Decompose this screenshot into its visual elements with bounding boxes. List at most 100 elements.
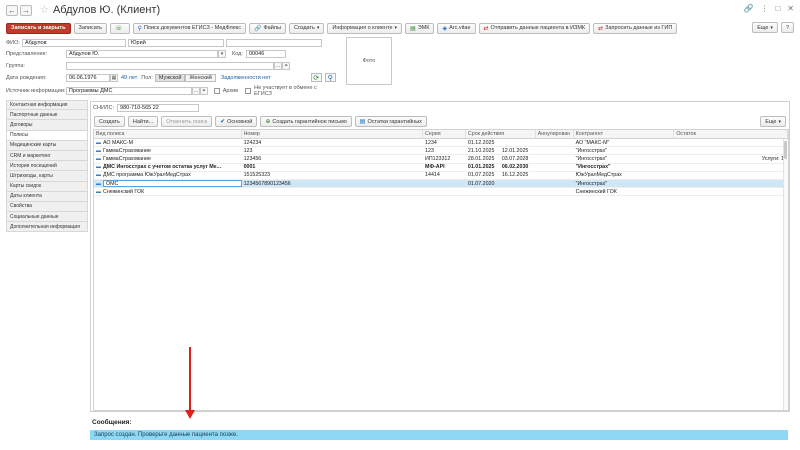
- last-name-field[interactable]: Абдулов: [22, 38, 126, 47]
- back-button[interactable]: ←: [6, 4, 18, 16]
- sidebar-item-passport[interactable]: Паспортные данные: [6, 110, 88, 121]
- source-field[interactable]: Программы ДМС: [65, 86, 192, 95]
- messages-title: Сообщения:: [92, 419, 132, 426]
- create-menu-label: Создать: [293, 25, 315, 31]
- create-guarantee-button[interactable]: ⊕ Создать гарантийное письмо: [260, 116, 352, 127]
- group-link-icon[interactable]: ⚭: [282, 61, 290, 70]
- phone-button[interactable]: ☏: [110, 22, 130, 34]
- cell-counterparty: "Ингосстрах": [575, 155, 608, 162]
- sex-female-toggle[interactable]: Женский: [185, 73, 216, 82]
- policies-more: Еще ▾: [760, 116, 786, 127]
- source-link-icon[interactable]: ⚭: [199, 86, 208, 95]
- cell-to: 03.07.2028: [501, 155, 529, 162]
- more-vertical-icon[interactable]: ⋮: [760, 4, 768, 13]
- sidebar-item-social[interactable]: Социальные данные: [6, 212, 88, 223]
- chevron-down-icon: ▾: [394, 25, 398, 31]
- representation-field[interactable]: Абдулов Ю.: [66, 49, 218, 58]
- sidebar-item-visits[interactable]: История посещений: [6, 161, 88, 172]
- save-close-button[interactable]: Записать и закрыть: [6, 22, 71, 34]
- find-button[interactable]: Найти...: [127, 116, 159, 127]
- birth-date-field[interactable]: 06.06.1976: [66, 73, 110, 82]
- refresh-icon[interactable]: ⟳: [310, 73, 322, 82]
- representation-dropdown-icon[interactable]: ▾: [218, 49, 226, 58]
- guarantee-balances-button[interactable]: ▤ Остатки гарантийных: [354, 116, 427, 127]
- window-controls: 🔗 ⋮ □ ✕: [743, 4, 794, 13]
- debt-link[interactable]: Задолженности нет: [221, 75, 271, 81]
- main-policy-button[interactable]: ✔ Основной: [215, 116, 258, 127]
- column-header-series[interactable]: Серия: [423, 130, 466, 138]
- table-row-selected[interactable]: ▬ ОМС 1234567890123456 01.07.2020 "Ингосс…: [94, 179, 788, 189]
- sidebar-item-discount-cards[interactable]: Карты скидок: [6, 181, 88, 192]
- sidebar-item-medical-cards[interactable]: Медицинские карты: [6, 140, 88, 151]
- photo-box[interactable]: Фото: [346, 37, 392, 85]
- column-header-counterparty[interactable]: Контрагент: [574, 130, 675, 138]
- source-label: Источник информации:: [6, 87, 66, 94]
- policies-more-button[interactable]: Еще ▾: [760, 116, 786, 127]
- egisz-label: Не участвует в обмене с ЕГИСЗ: [254, 84, 317, 97]
- sidebar-item-barcodes[interactable]: Штрихкоды, карты: [6, 171, 88, 182]
- calendar-icon[interactable]: ▦: [110, 73, 118, 82]
- group-select-icon[interactable]: …: [274, 61, 282, 70]
- table-scrollbar[interactable]: [783, 139, 788, 410]
- help-button[interactable]: ?: [780, 22, 794, 33]
- cell-annulled: [536, 172, 574, 179]
- message-box[interactable]: Запрос создан. Проверьте данные пациента…: [90, 430, 788, 440]
- group-field[interactable]: [66, 61, 274, 70]
- emk-button[interactable]: ▤ ЭМК: [405, 22, 435, 34]
- sidebar-item-contracts[interactable]: Договоры: [6, 120, 88, 131]
- sidebar-item-client-dates[interactable]: Даты клиента: [6, 191, 88, 202]
- sex-label: Пол:: [141, 74, 153, 81]
- code-field[interactable]: 00046: [246, 49, 286, 58]
- table-row[interactable]: ▬ ГаммаСтрахование 123456 ИП123312 28.01.…: [94, 155, 788, 164]
- column-header-kind[interactable]: Вид полиса: [94, 130, 242, 138]
- create-policy-button[interactable]: Создать: [94, 116, 125, 127]
- cell-rest: [674, 188, 788, 195]
- table-row[interactable]: ▬ ГаммаСтрахование 123 123 21.10.2025 12.…: [94, 147, 788, 156]
- table-row[interactable]: ▬ ДМС программа ЮжУралМедСтрах 151525323 …: [94, 172, 788, 180]
- cell-rest: [674, 139, 788, 146]
- client-info-menu-button[interactable]: Информация о клиенте ▾: [327, 22, 403, 34]
- table-row[interactable]: ▬ ДМС Ингосстрах с учетом остатка услуг М…: [94, 164, 788, 172]
- search-egisz-button[interactable]: ⚲ Поиск документов ЕГИСЗ - МедФлекс: [132, 22, 246, 34]
- source-select-icon[interactable]: …: [191, 86, 200, 95]
- sidebar-item-additional[interactable]: Дополнительная информация: [6, 222, 88, 233]
- section-sidebar: Контактная информация Паспортные данные …: [6, 100, 88, 233]
- cell-counterparty: "Ингосстрах": [575, 180, 608, 187]
- sidebar-item-crm[interactable]: CRM и маркетинг: [6, 150, 88, 162]
- cell-counterparty: АО "МАКС-М": [575, 139, 610, 146]
- more-menu-button[interactable]: Еще ▾: [752, 22, 778, 33]
- maximize-icon[interactable]: □: [775, 4, 780, 13]
- sidebar-item-properties[interactable]: Свойства: [6, 201, 88, 213]
- column-header-rest[interactable]: Остаток: [674, 130, 788, 138]
- close-icon[interactable]: ✕: [787, 4, 794, 13]
- create-menu-button[interactable]: Создать ▾: [288, 22, 325, 34]
- column-header-validity[interactable]: Срок действия: [466, 130, 536, 138]
- first-name-field[interactable]: Юрий: [128, 38, 224, 47]
- request-gip-button[interactable]: ⇄ Запросить данные из ГИП: [593, 22, 678, 34]
- cell-kind-editor[interactable]: ОМС: [103, 180, 242, 188]
- search-icon[interactable]: ⚲: [324, 73, 336, 82]
- save-button[interactable]: Записать: [73, 22, 108, 34]
- cancel-search-button[interactable]: Отменить поиск: [161, 116, 213, 127]
- arc-vitae-button[interactable]: ◈ Arc.vitae: [437, 22, 476, 34]
- middle-name-field[interactable]: [226, 38, 322, 47]
- send-izmk-button[interactable]: ⇄ Отправить данные пациента в ИЗМК: [478, 22, 591, 34]
- snils-field[interactable]: 980-710-565 22: [117, 104, 200, 112]
- sex-male-toggle[interactable]: Мужской: [154, 73, 186, 82]
- table-row[interactable]: ▬ АО МАКС-М 124234 1234 01.12.2025 АО "МА…: [94, 139, 788, 148]
- link-icon[interactable]: 🔗: [743, 4, 753, 13]
- archive-checkbox[interactable]: [213, 87, 220, 94]
- cell-from: 01.01.2025: [467, 164, 495, 171]
- files-button[interactable]: 🔗 Файлы: [249, 22, 286, 34]
- column-header-annulled[interactable]: Аннулирован: [536, 130, 574, 138]
- cell-rest: [674, 172, 788, 179]
- cell-kind: ▬ ДМС программа ЮжУралМедСтрах: [94, 172, 242, 179]
- column-header-number[interactable]: Номер: [242, 130, 424, 138]
- favorite-star-icon[interactable]: ☆: [40, 5, 49, 16]
- table-row[interactable]: ▬ Снежинский ГОК Снежинский ГОК: [94, 188, 788, 197]
- sidebar-item-contacts[interactable]: Контактная информация: [6, 100, 88, 111]
- forward-button[interactable]: →: [20, 4, 32, 16]
- table-scrollbar-thumb[interactable]: [784, 141, 787, 159]
- sidebar-item-policies[interactable]: Полисы: [6, 130, 88, 141]
- egisz-checkbox[interactable]: [245, 87, 252, 94]
